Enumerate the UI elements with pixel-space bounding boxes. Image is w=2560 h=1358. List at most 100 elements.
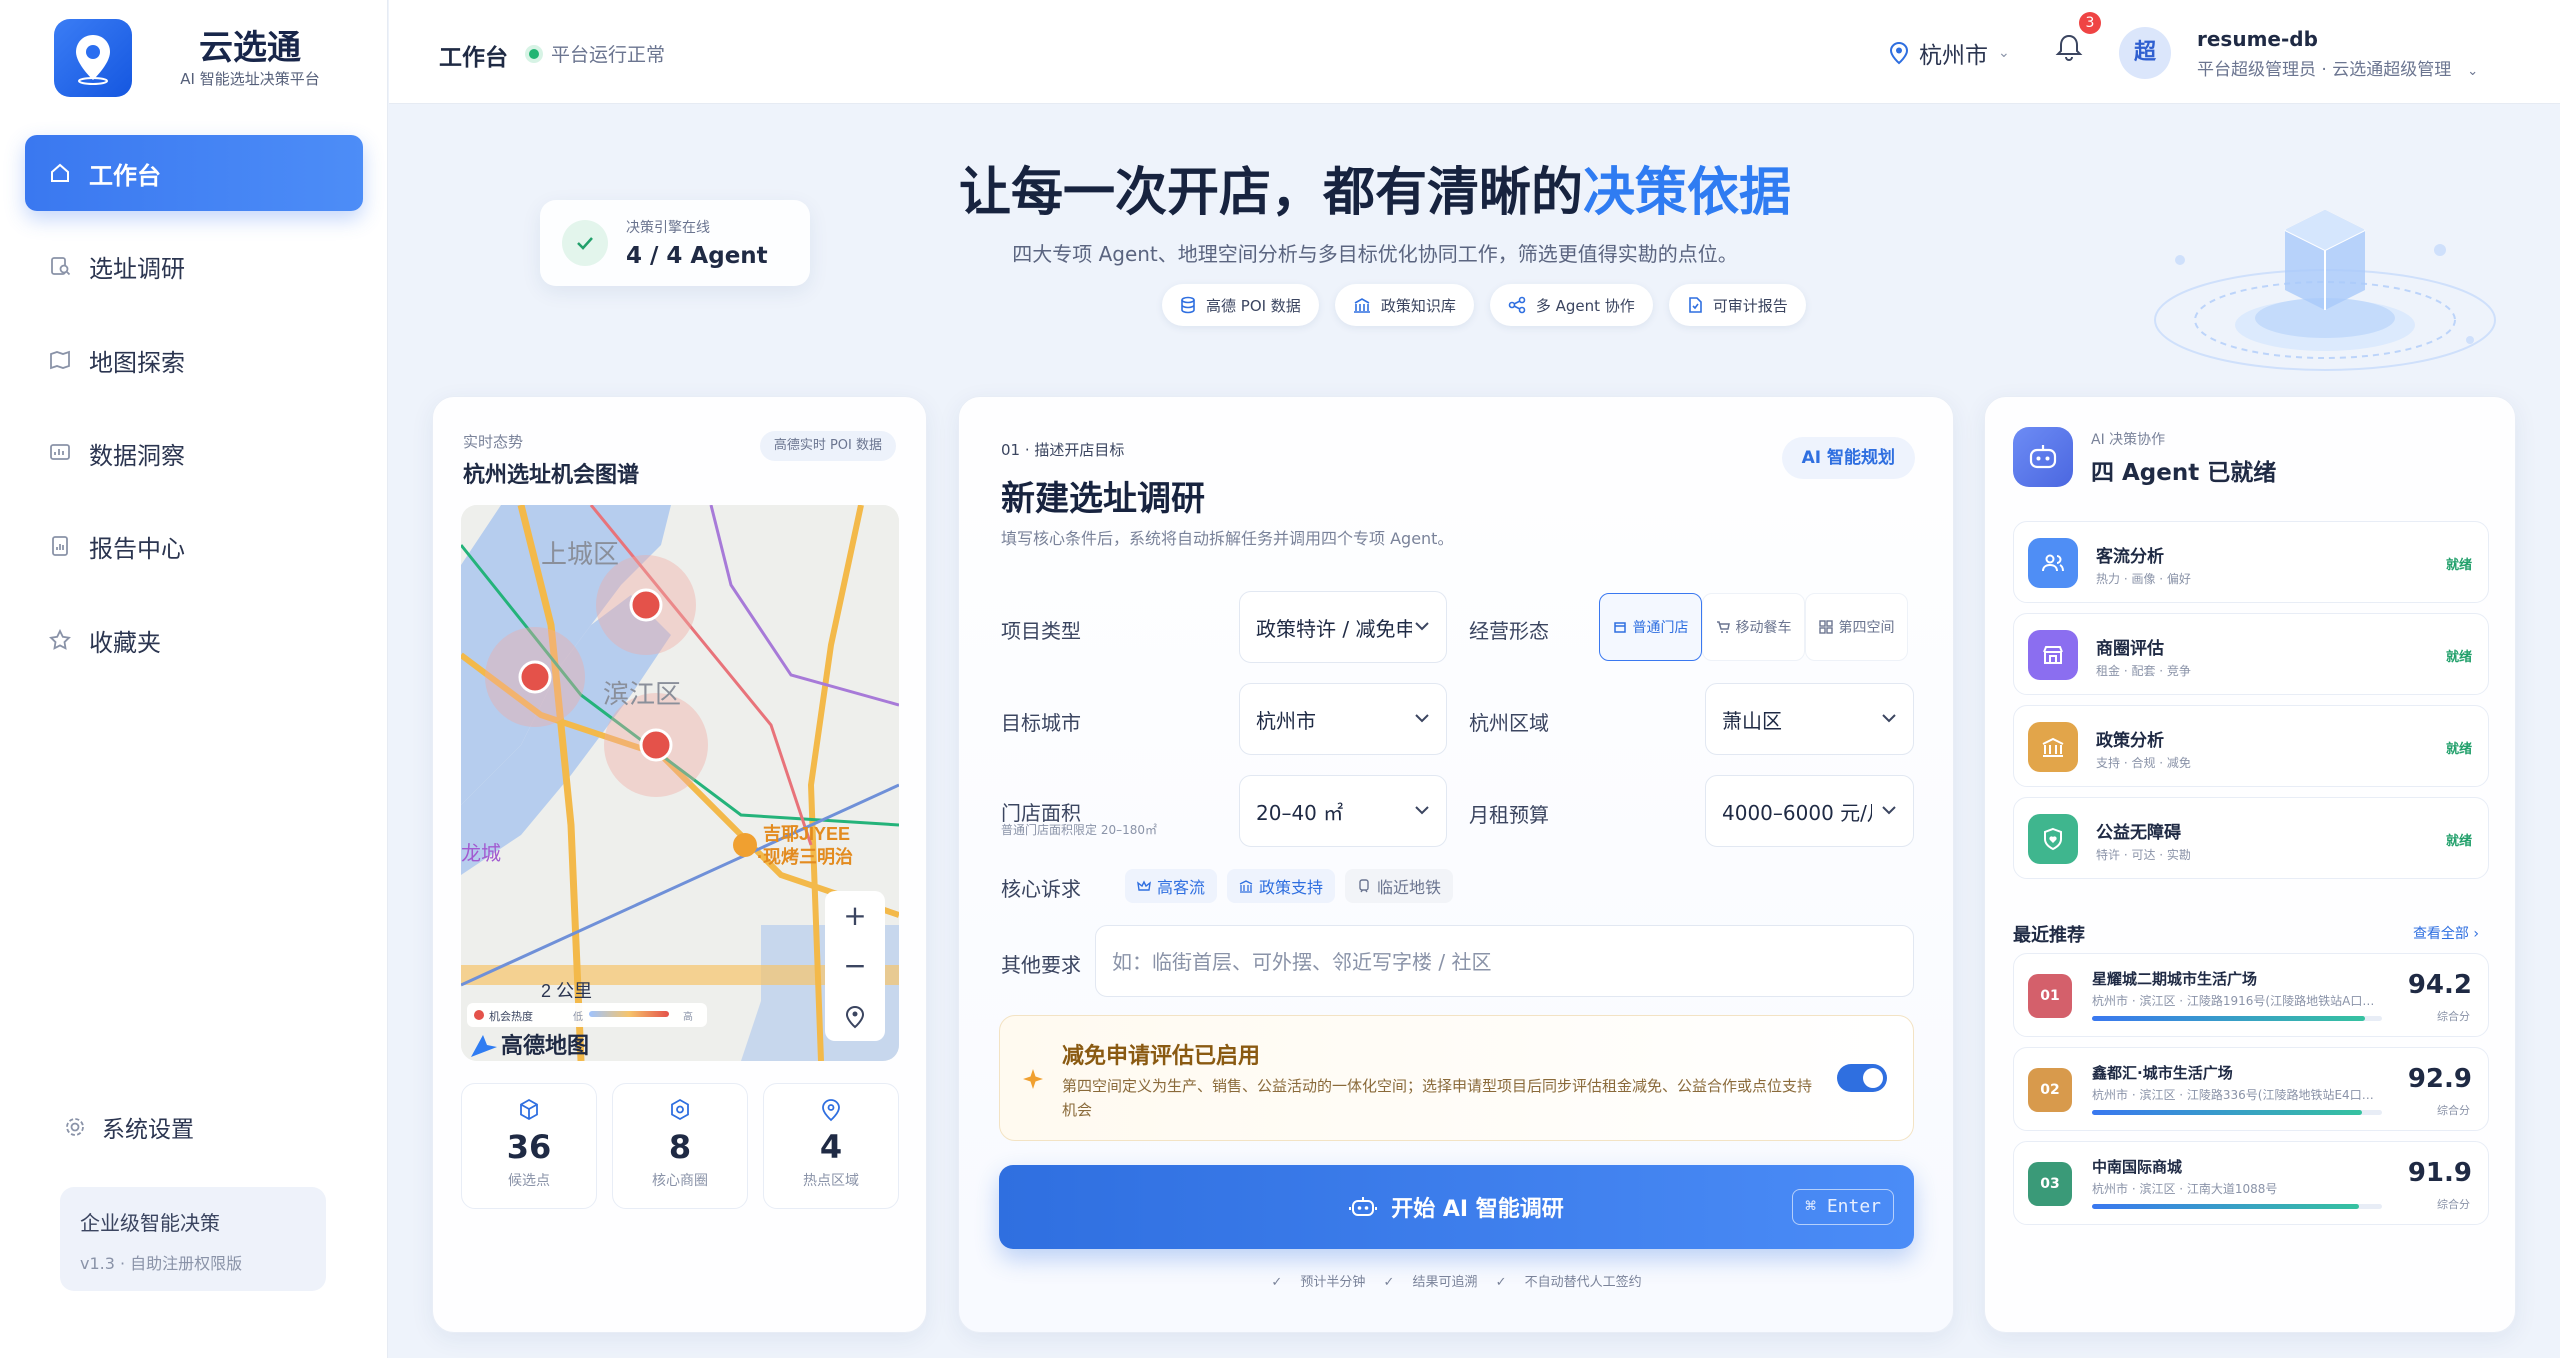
city-select[interactable]: 杭州市: [1239, 683, 1447, 755]
chip-label: 政策知识库: [1380, 296, 1456, 315]
enterprise-version: v1.3 · 自助注册权限版: [80, 1254, 243, 1273]
agent-desc: 特许 · 可达 · 实勘: [2096, 848, 2191, 862]
sidebar-item-workbench[interactable]: 工作台: [25, 135, 363, 211]
place-score: 91.9: [2407, 1158, 2472, 1188]
bell-icon[interactable]: [2055, 32, 2083, 62]
hero-title: 让每一次开店，都有清晰的决策依据: [600, 150, 2150, 225]
score-bar-fill: [2092, 1204, 2359, 1209]
agent-row-traffic[interactable]: 客流分析 热力 · 画像 · 偏好 就绪: [2013, 521, 2489, 603]
agent-row-accessibility[interactable]: 公益无障碍 特许 · 可达 · 实勘 就绪: [2013, 797, 2489, 879]
chevron-down-icon: [1882, 806, 1896, 815]
business-form-option-store[interactable]: 普通门店: [1599, 593, 1702, 661]
stat-label: 候选点: [508, 1173, 550, 1189]
other-requirements-input[interactable]: 如：临街首层、可外摆、邻近写字楼 / 社区: [1095, 925, 1914, 997]
map-data-badge: 高德实时 POI 数据: [759, 431, 896, 461]
robot-icon: [1349, 1197, 1378, 1216]
settings-link[interactable]: 系统设置: [64, 1110, 194, 1144]
sidebar-item-report-center[interactable]: 报告中心: [25, 508, 363, 584]
rank-badge: 03: [2028, 1162, 2072, 1206]
agent-desc: 支持 · 合规 · 减免: [2096, 756, 2191, 770]
place-address: 杭州市 · 滨江区 · 江南大道1088号: [2092, 1182, 2278, 1196]
hero-subtitle: 四大专项 Agent、地理空间分析与多目标优化协同工作，筛选更值得实勘的点位。: [1012, 242, 1738, 266]
appeal-tag-metro[interactable]: 临近地铁: [1345, 869, 1454, 903]
map-canvas[interactable]: 上城区 滨江区 龙城 吉耶JIYEE ·现烤三明治 + − 2 公里 机会热度 …: [461, 505, 899, 1061]
area-select[interactable]: 20–40 ㎡: [1239, 775, 1447, 847]
rent-select[interactable]: 4000–6000 元/月: [1705, 775, 1914, 847]
agent-status: 就绪: [2445, 834, 2472, 849]
waiver-toggle[interactable]: [1837, 1064, 1887, 1092]
sidebar-item-label: 报告中心: [89, 534, 185, 563]
map-scale-label: 2 公里: [541, 981, 592, 1001]
user-name[interactable]: resume-db: [2197, 27, 2318, 51]
sidebar-item-map-explore[interactable]: 地图探索: [25, 322, 363, 398]
area-value: 20–40 ㎡: [1256, 800, 1344, 825]
agent-status: 就绪: [2445, 558, 2472, 573]
agent-panel-title: 四 Agent 已就绪: [2091, 460, 2277, 486]
place-address: 杭州市 · 滨江区 · 江陵路1916号(江陵路地铁站A口步行130...: [2092, 994, 2382, 1008]
feature-chips: 高德 POI 数据 政策知识库 多 Agent 协作 可审计报告: [1162, 284, 1806, 326]
appeal-tag-traffic[interactable]: 高客流: [1125, 869, 1218, 903]
stat-core-districts: 8 核心商圈: [612, 1083, 748, 1209]
agent-row-district[interactable]: 商圈评估 租金 · 配套 · 竞争 就绪: [2013, 613, 2489, 695]
cube-illustration: [2154, 210, 2496, 371]
district-label: 杭州区域: [1469, 711, 1549, 735]
zoom-in-icon[interactable]: +: [843, 899, 866, 932]
chip-multi-agent: 多 Agent 协作: [1489, 284, 1653, 326]
score-label: 综合分: [2437, 1010, 2470, 1023]
sidebar-item-favorites[interactable]: 收藏夹: [25, 602, 363, 678]
recommendation-row[interactable]: 01 星耀城二期城市生活广场 杭州市 · 滨江区 · 江陵路1916号(江陵路地…: [2013, 953, 2489, 1037]
recommendation-row[interactable]: 03 中南国际商城 杭州市 · 滨江区 · 江南大道1088号 91.9 综合分: [2013, 1141, 2489, 1225]
score-label: 综合分: [2437, 1104, 2470, 1117]
zoom-out-icon[interactable]: −: [843, 949, 866, 982]
area-hint: 普通门店面积限定 20–180㎡: [1001, 823, 1157, 837]
agent-name: 公益无障碍: [2096, 823, 2181, 843]
tag-label: 高客流: [1157, 878, 1206, 897]
report-icon: [52, 536, 68, 556]
map-view[interactable]: 上城区 滨江区 龙城 吉耶JIYEE ·现烤三明治 + − 2 公里 机会热度 …: [461, 505, 899, 1061]
chevron-down-icon: [1415, 714, 1429, 723]
sidebar-item-site-research[interactable]: 选址调研: [25, 228, 363, 304]
agent-panel: AI 决策协作 四 Agent 已就绪 客流分析 热力 · 画像 · 偏好 就绪…: [1984, 396, 2516, 1333]
status-text: 平台运行正常: [551, 44, 666, 66]
recommendation-row[interactable]: 02 鑫都汇·城市生活广场 杭州市 · 滨江区 · 江陵路336号(江陵路地铁站…: [2013, 1047, 2489, 1131]
form-step: 01 · 描述开店目标: [1001, 441, 1125, 459]
home-icon: [51, 163, 69, 182]
score-bar: [2092, 1204, 2382, 1209]
agent-name: 政策分析: [2096, 731, 2164, 751]
brand-logo[interactable]: [54, 19, 132, 97]
users-icon: [2028, 538, 2078, 588]
business-form-option-fourth-space[interactable]: 第四空间: [1805, 593, 1908, 661]
business-form-option-foodtruck[interactable]: 移动餐车: [1702, 593, 1805, 661]
ai-planning-tag: AI 智能规划: [1781, 437, 1915, 479]
gear-icon: [66, 1118, 84, 1136]
district-select[interactable]: 萧山区: [1705, 683, 1914, 755]
sidebar-item-label: 地图探索: [89, 348, 185, 377]
start-research-button[interactable]: 开始 AI 智能调研 ⌘ Enter: [999, 1165, 1914, 1249]
view-all-link[interactable]: 查看全部 ›: [2413, 923, 2479, 943]
map-card-label: 实时态势: [463, 433, 524, 451]
project-type-value: 政策特许 / 减免申: [1256, 616, 1416, 641]
city-value: 杭州市: [1256, 708, 1316, 733]
chip-label: 高德 POI 数据: [1206, 296, 1301, 315]
stat-hotspots: 4 热点区域: [763, 1083, 899, 1209]
stat-value: 36: [506, 1128, 552, 1166]
rank-badge: 01: [2028, 974, 2072, 1018]
user-role[interactable]: 平台超级管理员 · 云选通超级管理 ⌄: [2197, 55, 2478, 80]
appeal-tag-policy[interactable]: 政策支持: [1227, 869, 1336, 903]
city-selector[interactable]: 杭州市 ⌄: [1889, 36, 2010, 70]
project-type-select[interactable]: 政策特许 / 减免申: [1239, 591, 1447, 663]
document-icon: [1688, 297, 1702, 313]
storefront-icon: [2028, 630, 2078, 680]
sidebar-item-data-insight[interactable]: 数据洞察: [25, 415, 363, 491]
stat-value: 4: [819, 1128, 843, 1166]
location-pin-icon: [1889, 41, 1909, 65]
agent-row-policy[interactable]: 政策分析 支持 · 合规 · 减免 就绪: [2013, 705, 2489, 787]
chip-poi-data: 高德 POI 数据: [1162, 284, 1319, 326]
score-bar: [2092, 1016, 2382, 1021]
notification-badge: 3: [2079, 12, 2101, 34]
avatar[interactable]: 超: [2119, 27, 2171, 79]
train-icon: [1359, 879, 1369, 893]
map-label-district: 滨江区: [603, 679, 681, 709]
agent-panel-label: AI 决策协作: [2091, 432, 2166, 448]
map-poi-label: 吉耶JIYEE: [763, 823, 850, 844]
